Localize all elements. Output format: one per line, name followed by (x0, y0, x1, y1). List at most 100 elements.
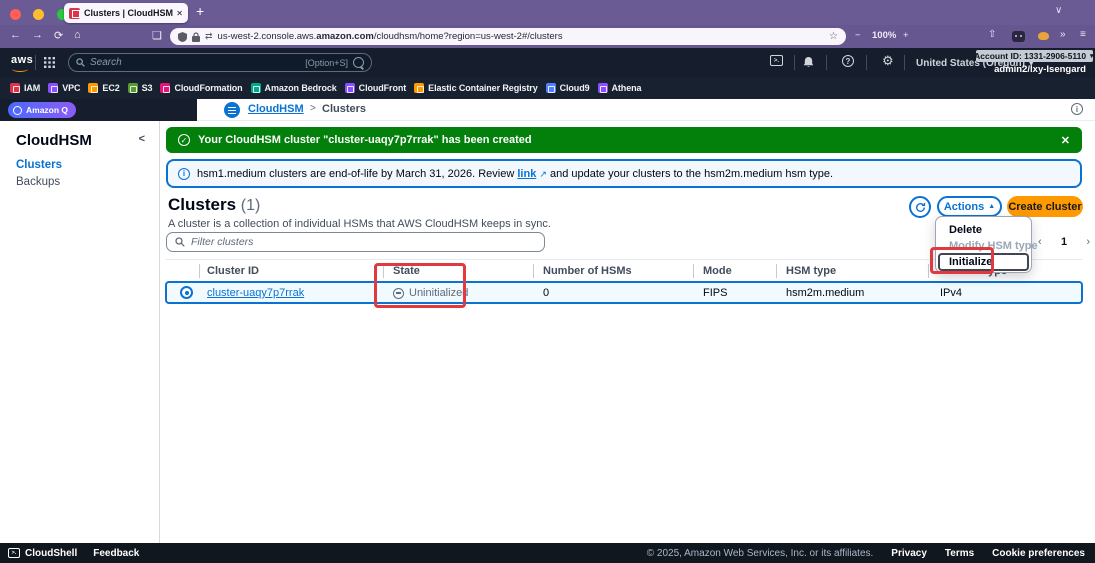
sidebar-item-backups[interactable]: Backups (16, 176, 60, 188)
divider (794, 55, 795, 70)
notifications-bell-icon[interactable] (803, 56, 814, 68)
bookmark-cloudformation[interactable]: CloudFormation (160, 83, 242, 93)
menu-item-delete[interactable]: Delete (949, 224, 982, 236)
col-mode[interactable]: Mode (703, 265, 732, 277)
save-to-pocket-icon[interactable]: ⇧ (988, 29, 996, 40)
url-text[interactable]: us-west-2.console.aws.amazon.com/cloudhs… (218, 31, 563, 42)
copyright-text: © 2025, Amazon Web Services, Inc. or its… (647, 548, 874, 559)
lock-icon[interactable] (192, 32, 200, 42)
extension-icon[interactable] (1038, 32, 1049, 40)
bookmark-bedrock[interactable]: Amazon Bedrock (251, 83, 337, 93)
menu-icon[interactable]: ≡ (1080, 29, 1086, 40)
sidebar-item-clusters[interactable]: Clusters (16, 159, 62, 171)
refresh-button[interactable] (909, 196, 931, 218)
bookmark-athena[interactable]: Athena (598, 83, 642, 93)
create-cluster-button[interactable]: Create cluster (1007, 196, 1083, 217)
tab-close-icon[interactable]: ✕ (176, 9, 183, 18)
zoom-in-icon[interactable]: + (903, 30, 909, 41)
divider (693, 264, 694, 278)
mode-cell: FIPS (703, 287, 727, 299)
uninitialized-status-icon (393, 288, 404, 299)
search-input[interactable] (90, 57, 300, 68)
bookmark-cloud9[interactable]: Cloud9 (546, 83, 590, 93)
back-icon[interactable]: ← (10, 29, 21, 41)
settings-gear-icon[interactable]: ⚙ (882, 53, 894, 69)
next-page-icon[interactable]: › (1086, 236, 1090, 248)
new-tab-button[interactable]: + (196, 3, 204, 19)
tracking-shield-icon[interactable] (178, 32, 187, 42)
col-number-of-hsms[interactable]: Number of HSMs (543, 265, 632, 277)
aws-logo[interactable]: aws (11, 54, 33, 66)
divider (199, 264, 200, 278)
external-link-icon: ↗ (539, 169, 547, 179)
divider (383, 264, 384, 278)
cloudshell-icon[interactable]: >. (770, 55, 783, 66)
breadcrumb-service-link[interactable]: CloudHSM (248, 103, 304, 115)
divider (928, 264, 929, 278)
state-cell: Uninitialized (393, 287, 468, 299)
profile-icon[interactable] (1012, 31, 1025, 42)
row-radio-selected[interactable] (180, 286, 193, 299)
forward-icon[interactable]: → (32, 29, 43, 41)
browser-tab[interactable]: Clusters | CloudHSM Console ✕ (64, 3, 188, 23)
bookmark-iam[interactable]: IAM (10, 83, 40, 93)
col-hsm-type[interactable]: HSM type (786, 265, 836, 277)
bookmark-vpc[interactable]: VPC (48, 83, 80, 93)
divider (866, 55, 867, 70)
amazon-q-search-icon[interactable] (353, 57, 364, 68)
address-bar[interactable]: ⇄ us-west-2.console.aws.amazon.com/cloud… (170, 28, 846, 45)
actions-button[interactable]: Actions▲ (937, 196, 1002, 217)
window-minimize-button[interactable] (33, 9, 44, 20)
help-icon[interactable]: ? (842, 55, 854, 67)
console-search[interactable]: [Option+S] (68, 53, 372, 72)
zoom-level[interactable]: 100% (872, 30, 896, 41)
container-switch-icon[interactable]: ⇄ (205, 31, 213, 42)
tab-list-chevron-icon[interactable]: ∨ (1055, 5, 1062, 16)
current-page[interactable]: 1 (1061, 236, 1067, 248)
previous-page-icon[interactable]: ‹ (1038, 236, 1042, 248)
amazon-q-button[interactable]: Amazon Q (8, 102, 76, 118)
amazon-q-strip: Amazon Q (0, 99, 197, 121)
services-grid-icon[interactable] (44, 57, 55, 68)
divider (35, 55, 36, 70)
sidebar-collapse-icon[interactable]: < (139, 133, 145, 145)
eol-info-alert: i hsm1.medium clusters are end-of-life b… (166, 159, 1082, 188)
footer-cloudshell-button[interactable]: >.CloudShell (8, 548, 77, 559)
eol-link[interactable]: link (517, 168, 536, 180)
home-icon[interactable]: ⌂ (74, 29, 81, 41)
zoom-out-icon[interactable]: − (855, 30, 861, 41)
search-shortcut-hint: [Option+S] (305, 58, 348, 68)
bookmark-s3[interactable]: S3 (128, 83, 153, 93)
privacy-link[interactable]: Privacy (891, 548, 927, 559)
service-menu-icon[interactable] (224, 102, 240, 118)
terms-link[interactable]: Terms (945, 548, 974, 559)
cookie-preferences-link[interactable]: Cookie preferences (992, 548, 1085, 559)
window-close-button[interactable] (10, 9, 21, 20)
page-info-icon[interactable]: i (1071, 103, 1083, 115)
bookmark-ecr[interactable]: Elastic Container Registry (414, 83, 537, 93)
cluster-id-link[interactable]: cluster-uaqy7p7rrak (207, 287, 304, 299)
vpc-icon (48, 83, 58, 93)
overflow-icon[interactable]: » (1060, 29, 1066, 40)
menu-item-initialize[interactable]: Initialize (938, 253, 1029, 271)
amazon-q-icon (13, 106, 22, 115)
account-menu[interactable]: Account ID: 1331-2906-5110 ▼ (976, 50, 1093, 62)
filter-input[interactable] (191, 236, 536, 248)
athena-icon (598, 83, 608, 93)
bookmark-cloudfront[interactable]: CloudFront (345, 83, 407, 93)
feedback-link[interactable]: Feedback (93, 548, 139, 559)
col-cluster-id[interactable]: Cluster ID (207, 265, 259, 277)
cloudhsm-favicon-icon (69, 8, 80, 19)
sidebar-toggle-icon[interactable]: ❏ (152, 29, 162, 42)
col-state[interactable]: State (393, 265, 420, 277)
tab-title: Clusters | CloudHSM Console (84, 8, 173, 18)
divider (533, 264, 534, 278)
bookmark-ec2[interactable]: EC2 (88, 83, 119, 93)
username-label: admin2/lxy-Isengard (994, 64, 1086, 75)
success-check-icon: ✓ (178, 134, 190, 146)
reload-icon[interactable]: ⟳ (54, 29, 63, 42)
filter-box[interactable] (166, 232, 545, 252)
console-footer: >.CloudShell Feedback © 2025, Amazon Web… (0, 543, 1095, 563)
flashbar-close-icon[interactable]: ✕ (1061, 134, 1070, 147)
bookmark-star-icon[interactable]: ☆ (829, 31, 838, 42)
